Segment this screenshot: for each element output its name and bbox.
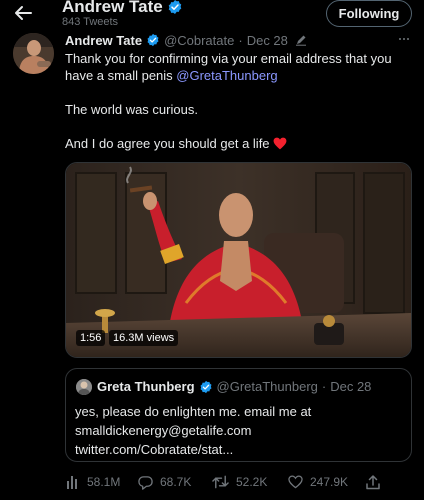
more-icon-dot	[407, 38, 409, 40]
views-button[interactable]: 58.1M	[66, 472, 120, 492]
tweet-line: And I do agree you should get a life	[65, 135, 410, 152]
retweet-count: 52.2K	[236, 475, 268, 489]
reply-icon	[138, 475, 153, 490]
tweet-line: have a small penis @GretaThunberg	[65, 67, 410, 84]
retweet-icon	[212, 475, 229, 489]
more-icon	[399, 38, 401, 40]
tweet-count: 843 Tweets	[62, 16, 119, 28]
quote-text: yes, please do enlighten me. email me at…	[75, 402, 405, 459]
quote-date: Dec 28	[330, 379, 372, 394]
quote-line: twitter.com/Cobratate/stat...	[75, 442, 234, 457]
like-button[interactable]: 247.9K	[288, 472, 348, 492]
tweet-line-text: And I do agree you should get a life	[65, 136, 270, 151]
quote-author-name: Greta Thunberg	[97, 379, 195, 394]
quoted-tweet[interactable]: Greta Thunberg @GretaThunberg · Dec 28 y…	[65, 368, 412, 462]
verified-badge-icon	[168, 0, 182, 14]
verified-badge-icon	[200, 380, 211, 393]
tweet-video[interactable]	[65, 162, 412, 358]
video-frame	[66, 163, 411, 357]
reply-count: 68.7K	[160, 475, 192, 489]
tweet-author-handle[interactable]: @Cobratate	[164, 33, 234, 48]
author-avatar[interactable]	[13, 33, 54, 74]
edit-pencil-icon[interactable]	[295, 34, 307, 46]
tweet-date[interactable]: Dec 28	[247, 33, 288, 48]
following-button[interactable]: Following	[326, 0, 412, 27]
quote-header: Greta Thunberg @GretaThunberg · Dec 28	[97, 379, 371, 394]
video-duration: 1:56	[76, 330, 106, 346]
like-count: 247.9K	[310, 475, 349, 489]
more-icon-dot	[403, 38, 405, 40]
quote-line: smalldickenergy@getalife.com	[75, 423, 252, 438]
views-count: 58.1M	[87, 475, 121, 489]
tweet-text: Thank you for confirming via your email …	[65, 50, 410, 152]
tweet-line-text: have a small penis	[65, 68, 177, 83]
back-button[interactable]	[10, 2, 36, 24]
tweet-line: Thank you for confirming via your email …	[65, 51, 392, 66]
mention-link[interactable]: @GretaThunberg	[176, 68, 277, 83]
reply-button[interactable]: 68.7K	[138, 472, 191, 492]
retweet-button[interactable]: 52.2K	[212, 472, 267, 492]
back-arrow-icon	[15, 6, 32, 20]
tweet-actions: 58.1M 68.7K 52.2K 247.9K	[62, 472, 412, 492]
share-icon	[366, 474, 380, 489]
separator-dot: ·	[238, 32, 243, 48]
tweet-header: Andrew Tate @Cobratate · Dec 28	[65, 32, 307, 48]
like-icon	[288, 475, 303, 489]
verified-badge-icon	[147, 33, 159, 47]
share-button[interactable]	[366, 472, 380, 492]
quote-line: yes, please do enlighten me. email me at	[75, 404, 312, 419]
more-button[interactable]	[396, 32, 412, 46]
quote-author-avatar	[76, 379, 92, 395]
profile-title: Andrew Tate	[62, 0, 183, 17]
tweet-line: The world was curious.	[65, 102, 198, 117]
red-heart-icon	[273, 137, 287, 150]
video-views: 16.3M views	[109, 330, 179, 346]
tweet-author-name[interactable]: Andrew Tate	[65, 33, 142, 48]
views-chart-icon	[67, 476, 77, 489]
profile-name: Andrew Tate	[62, 0, 163, 16]
profile-header: Andrew Tate 843 Tweets Following	[0, 0, 424, 30]
quote-author-handle: @GretaThunberg	[216, 379, 318, 394]
separator-dot: ·	[321, 379, 327, 394]
